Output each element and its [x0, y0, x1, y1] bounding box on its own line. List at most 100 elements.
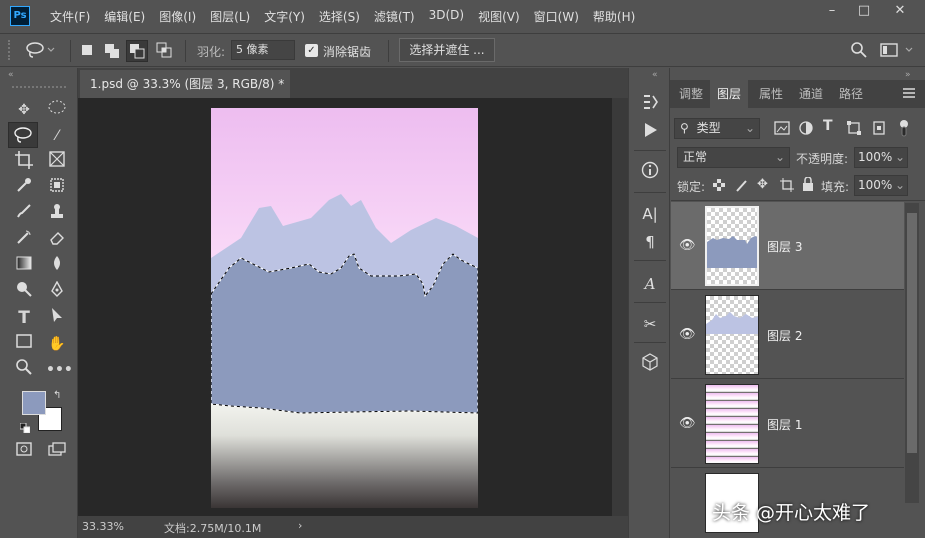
rectangle-tool-icon[interactable] [13, 333, 35, 355]
move-tool-icon[interactable]: ✥ [13, 99, 35, 121]
frame-tool-icon[interactable] [46, 151, 68, 173]
menu-help[interactable]: 帮助(H) [593, 8, 635, 25]
blend-mode-select[interactable]: 正常 ⌄ [677, 147, 790, 168]
layers-scrollbar[interactable] [905, 203, 919, 503]
brush-tool-icon[interactable] [13, 203, 35, 225]
eraser-tool-icon[interactable] [46, 229, 68, 251]
subtract-selection-icon[interactable] [126, 40, 148, 62]
actions-play-icon[interactable] [629, 121, 671, 145]
maximize-button[interactable]: □ [848, 0, 880, 22]
character-panel-icon[interactable]: A| [629, 202, 671, 226]
layer-name[interactable]: 图层 3 [767, 238, 802, 255]
visibility-eye-icon[interactable]: 👁 [679, 416, 696, 432]
menu-type[interactable]: 文字(Y) [264, 8, 305, 25]
scrollbar-thumb[interactable] [907, 213, 917, 453]
tab-layers[interactable]: 图层 [710, 80, 748, 108]
new-selection-icon[interactable] [80, 43, 94, 57]
workspace-icon[interactable] [880, 41, 916, 59]
tab-adjustments[interactable]: 调整 [672, 80, 710, 108]
lock-all-icon[interactable] [802, 176, 814, 191]
history-brush-tool-icon[interactable] [13, 229, 35, 251]
pen-tool-icon[interactable] [46, 280, 68, 303]
lock-transparent-icon[interactable] [713, 179, 725, 191]
layer-row[interactable]: 👁 图层 2 [671, 291, 904, 379]
lock-artboard-icon[interactable] [780, 178, 794, 192]
filter-type-icon[interactable]: T [823, 118, 833, 134]
default-colors-icon[interactable] [19, 422, 31, 434]
menu-filter[interactable]: 滤镜(T) [374, 8, 415, 25]
opacity-input[interactable]: 100% ⌄ [854, 147, 908, 168]
document-canvas[interactable] [211, 108, 478, 508]
close-button[interactable]: ✕ [880, 0, 920, 22]
fill-input[interactable]: 100% ⌄ [854, 175, 908, 196]
menu-file[interactable]: 文件(F) [50, 8, 90, 25]
layer-row[interactable]: 👁 图层 1 [671, 380, 904, 468]
collapse-icon[interactable]: » [905, 70, 911, 80]
menu-window[interactable]: 窗口(W) [534, 8, 579, 25]
path-selection-tool-icon[interactable] [46, 307, 68, 329]
stamp-tool-icon[interactable] [46, 203, 68, 225]
collapse-icon[interactable]: « [652, 70, 658, 80]
layer-name[interactable]: 图层 2 [767, 327, 802, 344]
paragraph-panel-icon[interactable]: ¶ [629, 230, 671, 254]
zoom-tool-icon[interactable] [13, 359, 35, 381]
layer-row[interactable]: 👁 图层 3 [671, 202, 904, 290]
hand-tool-icon[interactable]: ✋ [46, 333, 68, 355]
dodge-tool-icon[interactable] [13, 281, 35, 303]
marquee-tool-icon[interactable] [46, 99, 68, 121]
layer-name[interactable]: 图层 1 [767, 416, 802, 433]
search-icon[interactable] [850, 41, 868, 59]
visibility-eye-icon[interactable]: 👁 [679, 327, 696, 343]
filter-toggle[interactable] [898, 118, 910, 138]
vertical-scrollbar[interactable] [612, 98, 628, 516]
layer-filter-select[interactable]: ⚲ 类型 ⌄ [674, 118, 760, 139]
status-menu-arrow[interactable]: › [298, 519, 302, 532]
lock-position-icon[interactable]: ✥ [757, 177, 768, 192]
antialias-checkbox[interactable]: ✓ [305, 44, 318, 57]
tool-presets-icon[interactable]: ✂ [629, 312, 671, 336]
lock-pixels-icon[interactable] [735, 178, 749, 192]
filter-smart-object-icon[interactable] [872, 121, 886, 135]
zoom-level[interactable]: 33.33% [82, 520, 124, 533]
screen-mode-icon[interactable] [46, 441, 68, 463]
filter-shape-icon[interactable] [847, 121, 861, 135]
intersect-selection-icon[interactable] [156, 42, 172, 58]
info-panel-icon[interactable] [629, 161, 671, 185]
patch-tool-icon[interactable] [46, 177, 68, 199]
menu-layer[interactable]: 图层(L) [210, 8, 250, 25]
menu-3d[interactable]: 3D(D) [429, 8, 464, 25]
menu-select[interactable]: 选择(S) [319, 8, 360, 25]
panel-menu-icon[interactable] [902, 86, 916, 100]
crop-tool-icon[interactable] [13, 151, 35, 173]
collapse-icon[interactable]: « [8, 70, 14, 80]
filter-pixel-icon[interactable] [774, 121, 790, 135]
foreground-color-swatch[interactable] [22, 391, 46, 415]
quick-mask-icon[interactable] [13, 441, 35, 463]
menu-view[interactable]: 视图(V) [478, 8, 520, 25]
glyphs-panel-icon[interactable]: A [629, 272, 671, 296]
magic-wand-tool-icon[interactable]: ⁄ [46, 125, 68, 147]
more-tools-icon[interactable]: ••• [46, 359, 73, 381]
swap-colors-icon[interactable]: ↰ [53, 390, 61, 401]
tab-properties[interactable]: 属性 [752, 80, 790, 108]
visibility-eye-icon[interactable]: 👁 [679, 238, 696, 254]
tab-paths[interactable]: 路径 [832, 80, 870, 108]
blur-tool-icon[interactable] [46, 255, 68, 277]
history-panel-icon[interactable] [629, 92, 671, 116]
filter-adjustment-icon[interactable] [799, 121, 813, 135]
blend-mode-value: 正常 [683, 150, 708, 164]
minimize-button[interactable]: – [816, 0, 848, 22]
gradient-tool-icon[interactable] [13, 255, 35, 277]
lasso-preset-picker[interactable] [24, 40, 56, 60]
menu-image[interactable]: 图像(I) [159, 8, 196, 25]
select-and-mask-button[interactable]: 选择并遮住 ... [399, 38, 495, 62]
tab-channels[interactable]: 通道 [792, 80, 830, 108]
eyedropper-tool-icon[interactable] [13, 177, 35, 199]
document-tab[interactable]: 1.psd @ 33.3% (图层 3, RGB/8) * × [80, 70, 290, 119]
menu-edit[interactable]: 编辑(E) [104, 8, 145, 25]
feather-input[interactable]: 5 像素 [231, 40, 295, 60]
lasso-tool-icon[interactable] [8, 122, 38, 148]
3d-panel-icon[interactable] [629, 353, 671, 377]
type-tool-icon[interactable]: T [13, 307, 35, 329]
add-selection-icon[interactable] [104, 43, 120, 59]
